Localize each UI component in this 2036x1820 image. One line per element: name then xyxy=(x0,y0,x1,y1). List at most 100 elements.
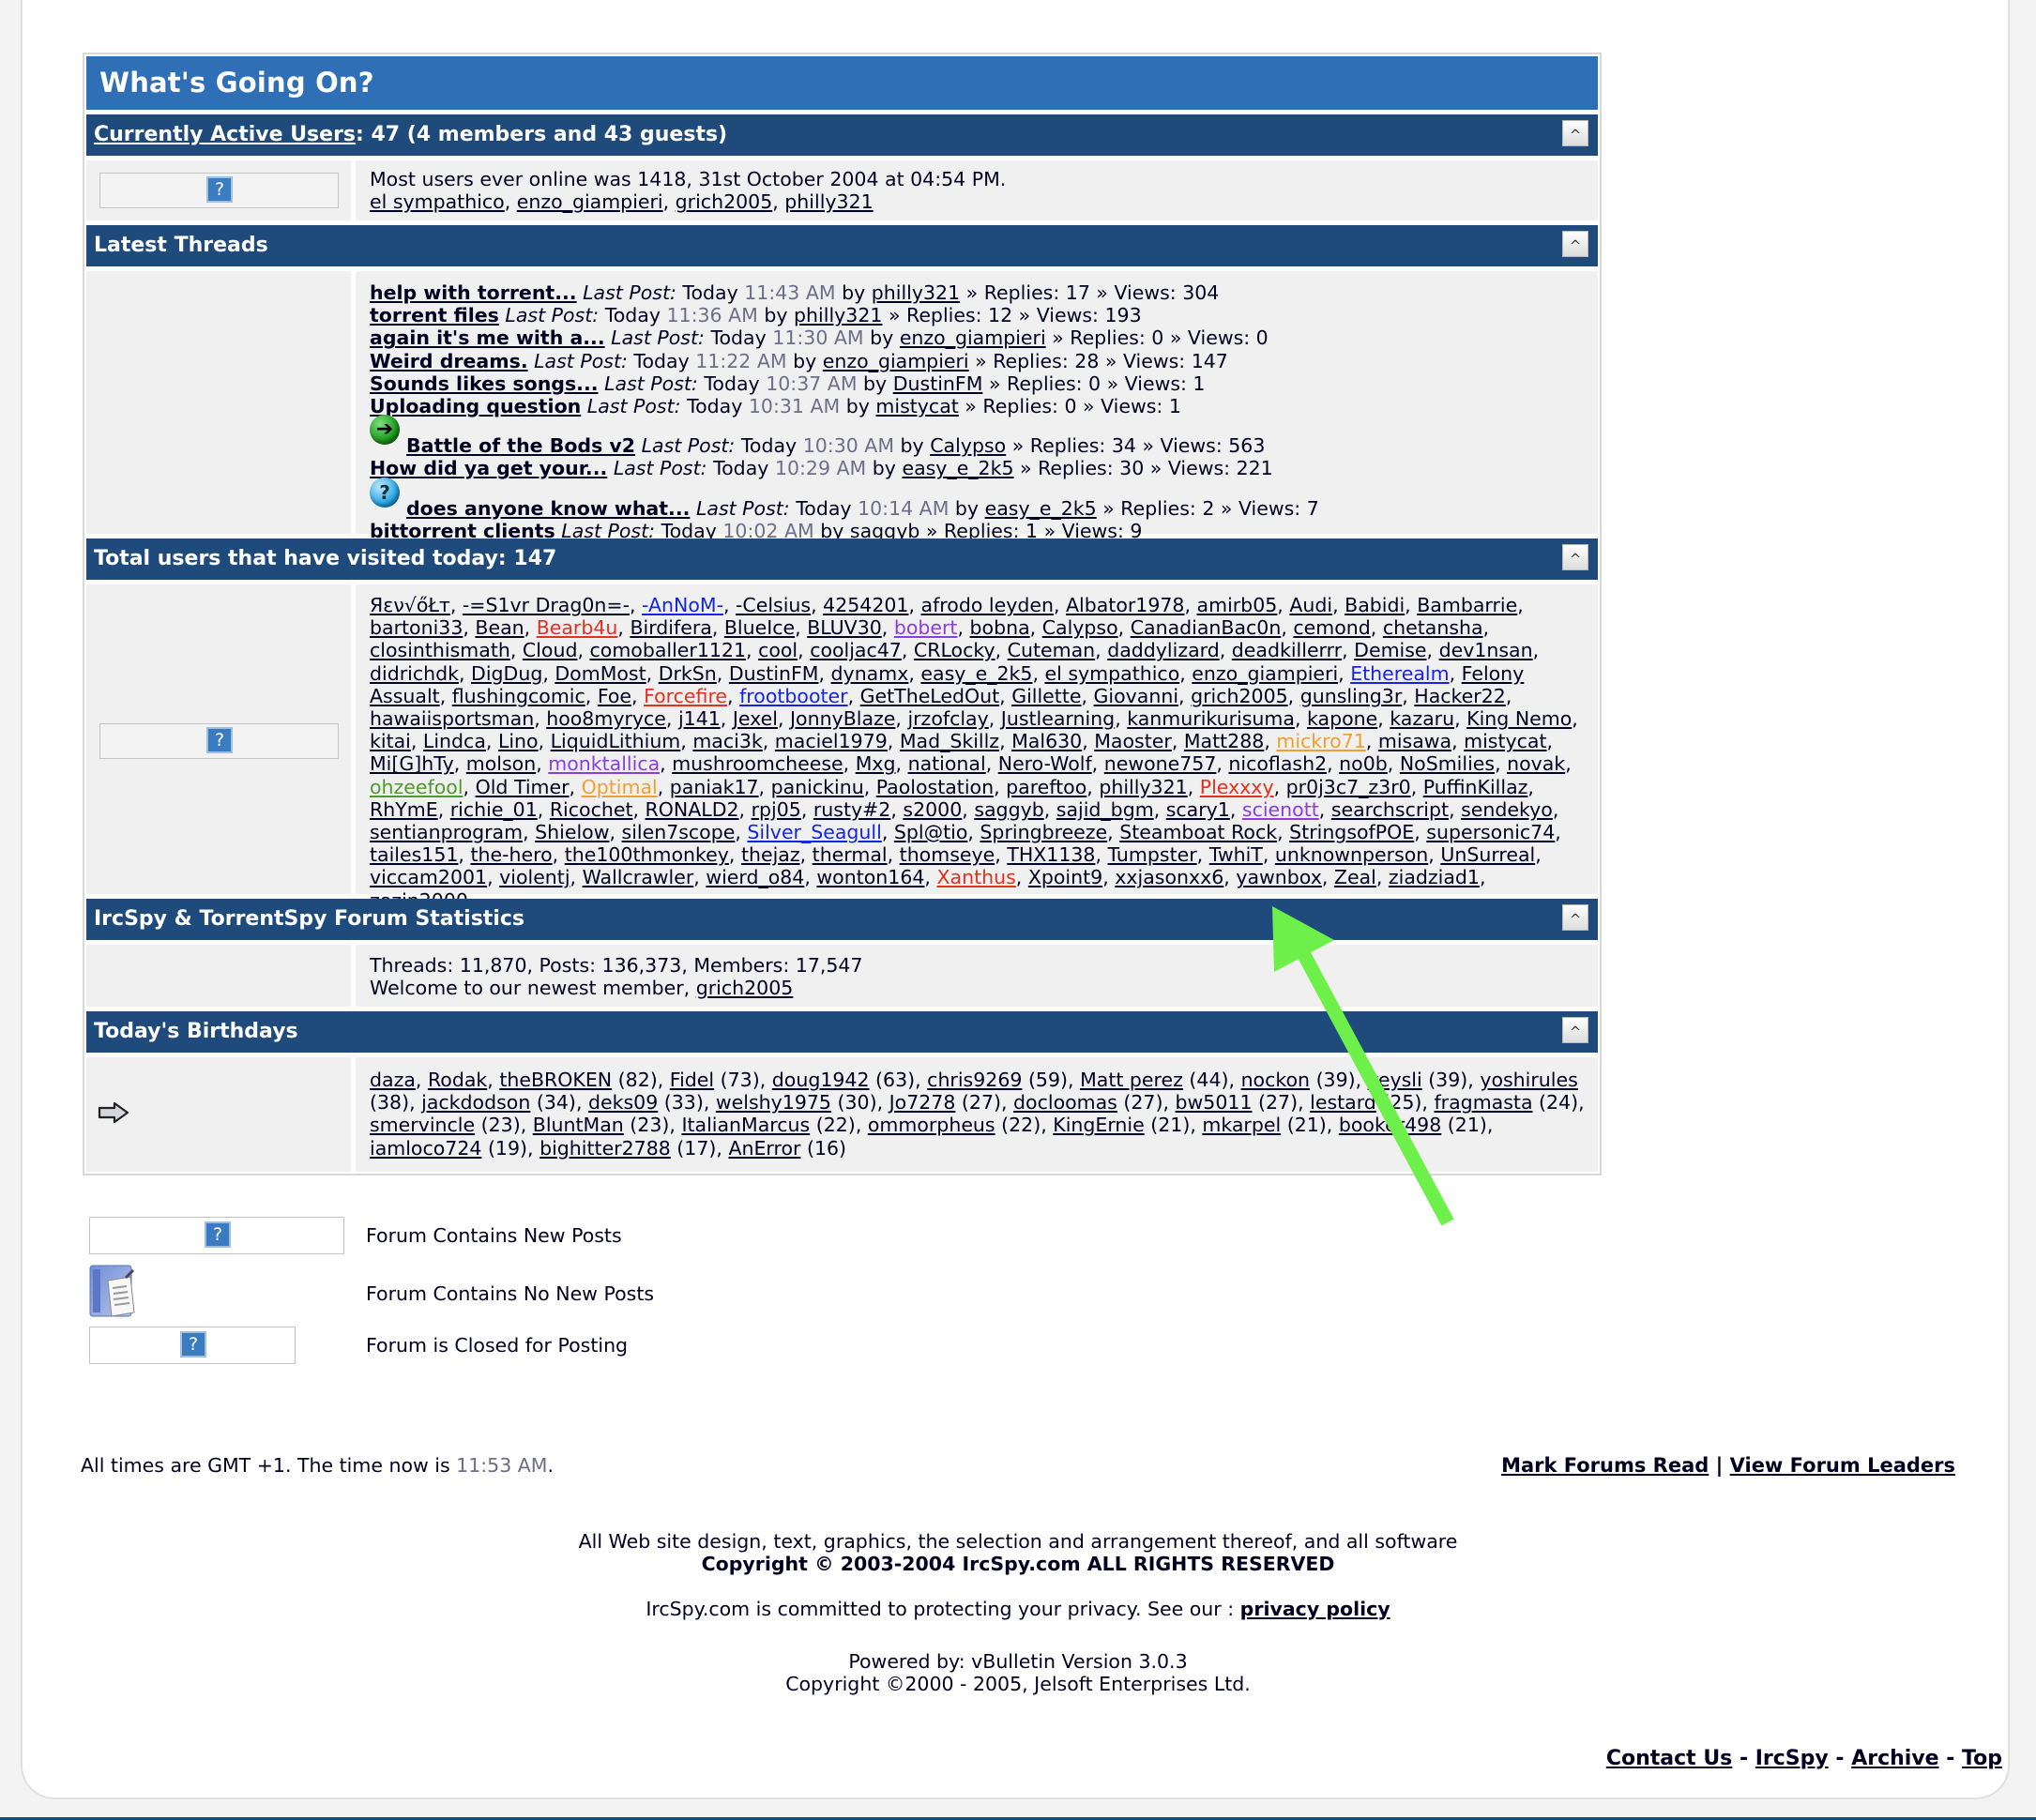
visitor-link[interactable]: Lindca xyxy=(423,730,486,752)
visitor-link[interactable]: s2000 xyxy=(903,798,962,821)
visitor-link[interactable]: Paolostation xyxy=(876,776,994,798)
visitor-link[interactable]: Maoster xyxy=(1094,730,1172,752)
visitor-link[interactable]: violentj xyxy=(499,866,570,888)
visitor-link[interactable]: cooljac47 xyxy=(810,639,902,661)
visitor-link[interactable]: Steamboat Rock xyxy=(1119,821,1277,843)
visitor-link[interactable]: xxjasonxx6 xyxy=(1115,866,1223,888)
visitor-link[interactable]: Wallcrawler xyxy=(583,866,694,888)
thread-title-link[interactable]: Weird dreams. xyxy=(370,350,528,372)
user-link[interactable]: el sympathico xyxy=(370,190,505,213)
visitor-link[interactable]: -Celsius xyxy=(736,594,811,616)
visitor-link[interactable]: Optimal xyxy=(582,776,658,798)
birthday-user-link[interactable]: jackdodson xyxy=(421,1091,530,1114)
visitor-link[interactable]: supersonic74 xyxy=(1426,821,1555,843)
visitor-link[interactable]: CRLocky xyxy=(914,639,995,661)
birthday-user-link[interactable]: Jo7278 xyxy=(889,1091,956,1114)
birthday-user-link[interactable]: lestard xyxy=(1310,1091,1376,1114)
visitor-link[interactable]: Audi xyxy=(1289,594,1332,616)
visitor-link[interactable]: CanadianBac0n xyxy=(1131,616,1282,639)
visitor-link[interactable]: PuffinKillaz xyxy=(1423,776,1528,798)
visitor-link[interactable]: StringsofPOE xyxy=(1289,821,1414,843)
visitor-link[interactable]: amirb05 xyxy=(1197,594,1278,616)
birthday-user-link[interactable]: smervincle xyxy=(370,1114,475,1136)
collapse-button-visited-today[interactable]: ^ xyxy=(1562,544,1588,570)
user-link[interactable]: philly321 xyxy=(784,190,873,213)
thread-title-link[interactable]: help with torrent... xyxy=(370,281,577,304)
view-forum-leaders-link[interactable]: View Forum Leaders xyxy=(1730,1454,1955,1477)
mark-forums-read-link[interactable]: Mark Forums Read xyxy=(1501,1454,1709,1477)
birthday-user-link[interactable]: ommorpheus xyxy=(868,1114,995,1136)
visitor-link[interactable]: sentianprogram xyxy=(370,821,523,843)
visitor-link[interactable]: Albator1978 xyxy=(1066,594,1184,616)
visitor-link[interactable]: thejaz xyxy=(741,843,800,866)
visitor-link[interactable]: Demise xyxy=(1354,639,1426,661)
ircspy-link[interactable]: IrcSpy xyxy=(1755,1747,1829,1770)
visitor-link[interactable]: pareftoo xyxy=(1006,776,1086,798)
thread-title-link[interactable]: again it's me with a... xyxy=(370,326,605,349)
collapse-button-birthdays[interactable]: ^ xyxy=(1562,1017,1588,1043)
collapse-button-statistics[interactable]: ^ xyxy=(1562,904,1588,931)
visitor-link[interactable]: Birdifera xyxy=(630,616,711,639)
visitor-link[interactable]: scienott xyxy=(1242,798,1319,821)
visitor-link[interactable]: j141 xyxy=(678,707,721,730)
visitor-link[interactable]: saggyb xyxy=(974,798,1043,821)
visitor-link[interactable]: Mal630 xyxy=(1011,730,1082,752)
privacy-policy-link[interactable]: privacy policy xyxy=(1240,1598,1390,1620)
visitor-link[interactable]: Shielow xyxy=(535,821,609,843)
visitor-link[interactable]: Zeal xyxy=(1334,866,1376,888)
top-link[interactable]: Top xyxy=(1962,1747,2002,1770)
visitor-link[interactable]: gunsling3r xyxy=(1300,685,1403,707)
visitor-link[interactable]: ziadziad1 xyxy=(1389,866,1480,888)
visitor-link[interactable]: Mxg xyxy=(856,752,896,775)
visitor-link[interactable]: ohzeefool xyxy=(370,776,463,798)
visitor-link[interactable]: Lino xyxy=(498,730,539,752)
visitor-link[interactable]: easy_e_2k5 xyxy=(920,662,1032,685)
collapse-button-active-users[interactable]: ^ xyxy=(1562,120,1588,146)
visitor-link[interactable]: Cuteman xyxy=(1008,639,1095,661)
thread-user-link[interactable]: Calypso xyxy=(930,434,1006,457)
visitor-link[interactable]: scary1 xyxy=(1166,798,1230,821)
visitor-link[interactable]: national xyxy=(908,752,986,775)
visitor-link[interactable]: misawa xyxy=(1378,730,1451,752)
visitor-link[interactable]: closinthismath xyxy=(370,639,510,661)
visitor-link[interactable]: chetansha xyxy=(1383,616,1483,639)
visitor-link[interactable]: DrkSn xyxy=(659,662,717,685)
visitor-link[interactable]: Bambarrie xyxy=(1417,594,1517,616)
thread-user-link[interactable]: easy_e_2k5 xyxy=(985,497,1097,520)
visitor-link[interactable]: RONALD2 xyxy=(646,798,739,821)
visitor-link[interactable]: richie_01 xyxy=(450,798,538,821)
visitor-link[interactable]: hawaiisportsman xyxy=(370,707,534,730)
visitor-link[interactable]: DigDug xyxy=(471,662,542,685)
visitor-link[interactable]: silen7scope xyxy=(622,821,736,843)
visitor-link[interactable]: Nero-Wolf xyxy=(998,752,1092,775)
visitor-link[interactable]: Mad_Skillz xyxy=(900,730,999,752)
visitor-link[interactable]: maci3k xyxy=(692,730,762,752)
thread-title-link[interactable]: does anyone know what... xyxy=(406,497,690,520)
birthday-user-link[interactable]: bighitter2788 xyxy=(539,1137,671,1160)
visitor-link[interactable]: nicoflash2 xyxy=(1228,752,1327,775)
birthday-user-link[interactable]: welshy1975 xyxy=(716,1091,831,1114)
birthday-user-link[interactable]: doug1942 xyxy=(772,1069,870,1091)
visitor-link[interactable]: thomseye xyxy=(900,843,995,866)
visitor-link[interactable]: grich2005 xyxy=(1191,685,1288,707)
visitor-link[interactable]: bobert xyxy=(894,616,958,639)
user-link[interactable]: enzo_giampieri xyxy=(517,190,663,213)
visitor-link[interactable]: dev1nsan xyxy=(1439,639,1533,661)
visitor-link[interactable]: Gillette xyxy=(1011,685,1081,707)
visitor-link[interactable]: novak xyxy=(1507,752,1565,775)
visitor-link[interactable]: BLUV30 xyxy=(807,616,882,639)
visitor-link[interactable]: cool xyxy=(758,639,798,661)
visitor-link[interactable]: daddylizard xyxy=(1107,639,1220,661)
visitor-link[interactable]: Justlearning xyxy=(1001,707,1115,730)
visitor-link[interactable]: jrzofclay xyxy=(907,707,988,730)
visitor-link[interactable]: dynamx xyxy=(831,662,909,685)
visitor-link[interactable]: unknownperson xyxy=(1275,843,1428,866)
visitor-link[interactable]: kitai xyxy=(370,730,411,752)
visitor-link[interactable]: Plexxxy xyxy=(1200,776,1274,798)
visitor-link[interactable]: NoSmilies xyxy=(1400,752,1495,775)
contact-us-link[interactable]: Contact Us xyxy=(1606,1747,1732,1770)
visitor-link[interactable]: Tumpster xyxy=(1108,843,1197,866)
visitor-link[interactable]: rpj05 xyxy=(752,798,801,821)
birthday-user-link[interactable]: fragmasta xyxy=(1434,1091,1532,1114)
visitor-link[interactable]: the100thmonkey xyxy=(565,843,729,866)
